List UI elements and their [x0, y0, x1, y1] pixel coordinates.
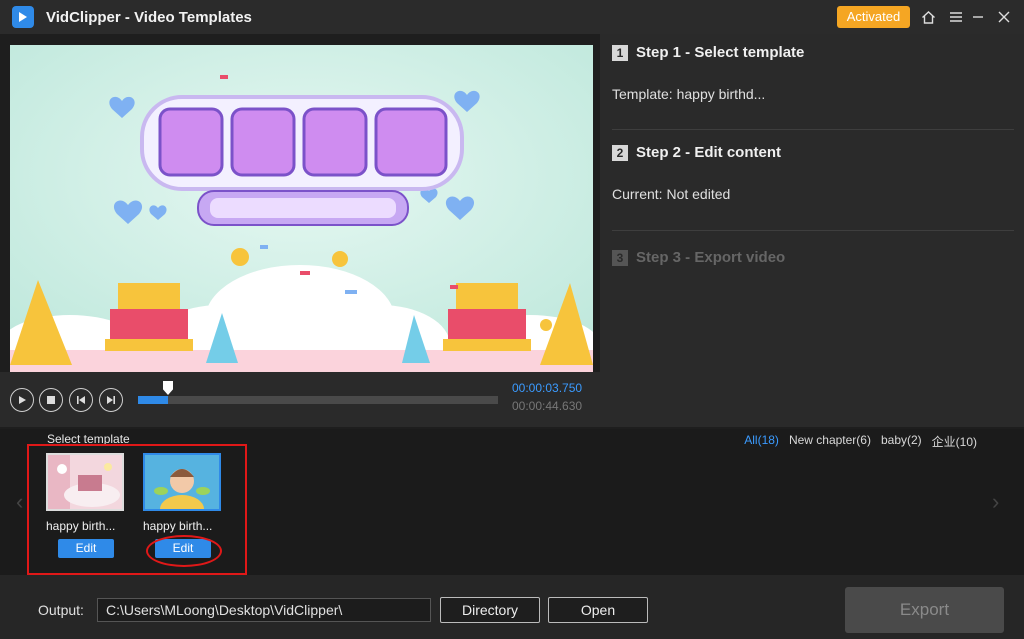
- player-controls: 00:00:03.750 00:00:44.630: [0, 372, 600, 427]
- current-time: 00:00:03.750: [512, 381, 583, 395]
- step1-number: 1: [612, 44, 628, 61]
- timeline-progress: [138, 396, 169, 404]
- activated-badge[interactable]: Activated: [837, 6, 910, 28]
- video-preview[interactable]: [10, 45, 593, 372]
- total-time: 00:00:44.630: [512, 399, 583, 413]
- filter-baby[interactable]: baby(2): [881, 433, 922, 450]
- step1-title: 1 Step 1 - Select template: [612, 44, 804, 61]
- filter-all[interactable]: All(18): [744, 433, 779, 450]
- divider: [612, 129, 1014, 130]
- menu-icon[interactable]: [947, 8, 965, 26]
- open-button[interactable]: Open: [548, 597, 648, 623]
- directory-button[interactable]: Directory: [440, 597, 540, 623]
- edit-button[interactable]: Edit: [58, 539, 114, 558]
- app-window: VidClipper - Video Templates Activated 0…: [0, 0, 1024, 639]
- step2-number: 2: [612, 144, 628, 161]
- output-path-field[interactable]: [97, 598, 431, 622]
- timeline-handle[interactable]: [163, 381, 173, 395]
- prev-frame-button[interactable]: [69, 388, 93, 412]
- filter-enterprise[interactable]: 企业(10): [932, 433, 977, 450]
- divider: [612, 230, 1014, 231]
- output-bar: Output: Directory Open Export: [0, 575, 1024, 639]
- timeline-slider[interactable]: [138, 396, 498, 404]
- step3-number: 3: [612, 249, 628, 266]
- step3-title: 3 Step 3 - Export video: [612, 249, 785, 266]
- export-button[interactable]: Export: [845, 587, 1004, 633]
- template-thumbnail[interactable]: [143, 453, 221, 511]
- output-label: Output:: [38, 602, 84, 618]
- scroll-right-icon[interactable]: ›: [992, 489, 999, 515]
- steps-panel: 1 Step 1 - Select template Template: hap…: [600, 34, 1024, 427]
- play-button[interactable]: [10, 388, 34, 412]
- home-icon[interactable]: [919, 8, 937, 26]
- template-thumbnail[interactable]: [46, 453, 124, 511]
- step2-title: 2 Step 2 - Edit content: [612, 144, 781, 161]
- close-icon[interactable]: [995, 8, 1013, 26]
- template-strip: Select template All(18) New chapter(6) b…: [0, 429, 1024, 575]
- template-name: happy birth...: [143, 519, 213, 533]
- stop-button[interactable]: [39, 388, 63, 412]
- step3-label: Step 3 - Export video: [636, 249, 786, 266]
- step2-label: Step 2 - Edit content: [636, 144, 782, 161]
- annotation-circle: [146, 535, 222, 567]
- template-card[interactable]: happy birth... Edit: [46, 453, 126, 558]
- app-logo-icon: [12, 6, 34, 28]
- next-frame-button[interactable]: [99, 388, 123, 412]
- scroll-left-icon[interactable]: ‹: [16, 489, 23, 515]
- filter-new-chapter[interactable]: New chapter(6): [789, 433, 871, 450]
- title-bar: VidClipper - Video Templates Activated: [0, 0, 1024, 34]
- template-name: happy birth...: [46, 519, 116, 533]
- selected-template-line: Template: happy birthd...: [612, 86, 766, 102]
- edit-status-line: Current: Not edited: [612, 186, 731, 202]
- step1-label: Step 1 - Select template: [636, 44, 805, 61]
- minimize-icon[interactable]: [969, 8, 987, 26]
- window-title: VidClipper - Video Templates: [46, 9, 252, 26]
- template-filters: All(18) New chapter(6) baby(2) 企业(10): [744, 433, 977, 450]
